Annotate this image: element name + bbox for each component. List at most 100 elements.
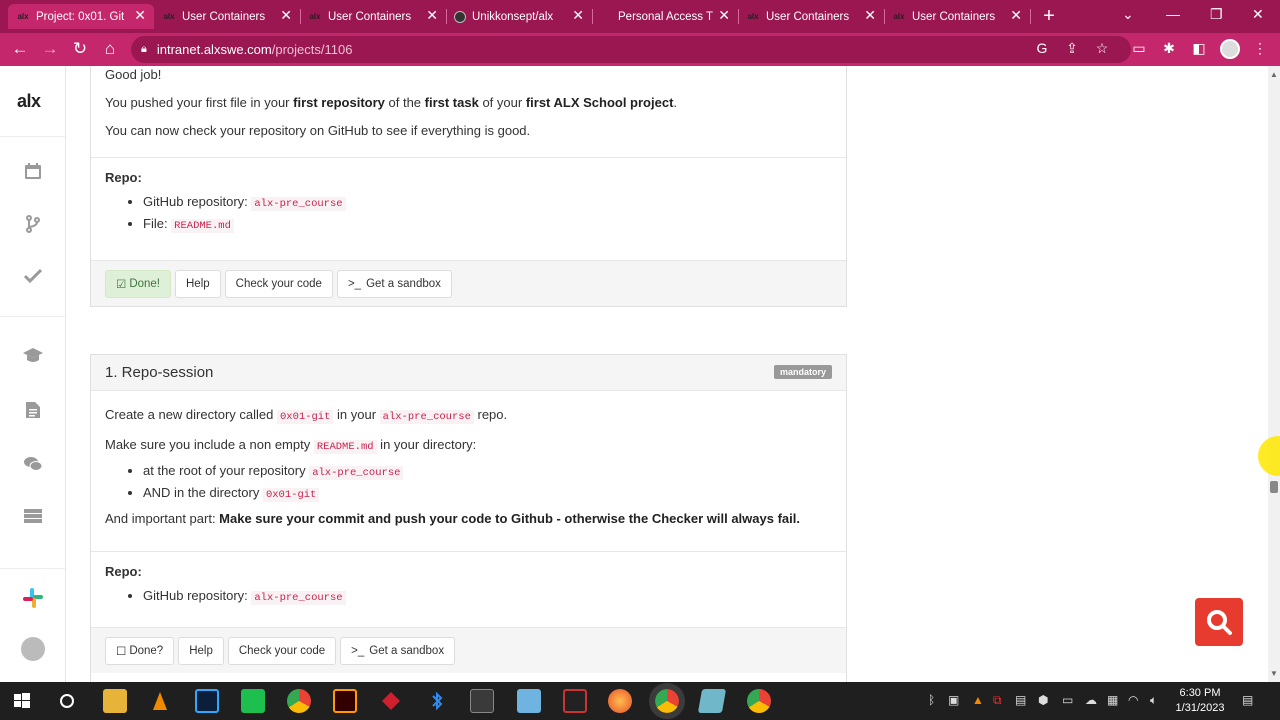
tray-icon[interactable]: ▤ xyxy=(1015,693,1026,707)
task-message: Good job! xyxy=(105,67,162,82)
reload-icon[interactable]: ↻ xyxy=(70,39,90,59)
forward-icon[interactable]: → xyxy=(40,39,60,59)
home-icon[interactable]: ⌂ xyxy=(100,39,120,59)
volume-icon[interactable]: 🔈︎ xyxy=(1150,693,1157,708)
slack-icon[interactable] xyxy=(22,587,44,609)
vlc-tray-icon[interactable]: ▲ xyxy=(972,693,984,707)
app-icon[interactable] xyxy=(697,689,727,713)
check-code-button[interactable]: Check your code xyxy=(227,637,337,665)
done-button[interactable]: ☐ Done? xyxy=(105,637,175,665)
browser-tab[interactable]: alx User Containers ✕ xyxy=(738,4,885,29)
vlc-icon[interactable] xyxy=(148,689,172,713)
browser-tab[interactable]: alx Project: 0x01. Git ✕ xyxy=(8,4,154,29)
chrome-icon[interactable] xyxy=(287,689,311,713)
calendar-icon[interactable] xyxy=(22,162,44,182)
list-item: at the root of your repository alx-pre_c… xyxy=(143,461,832,483)
close-icon[interactable]: ✕ xyxy=(134,7,146,24)
puzzle-icon[interactable]: ✱ xyxy=(1160,40,1178,57)
terminal-icon: >_ xyxy=(347,278,362,290)
illustrator-icon[interactable] xyxy=(333,689,357,713)
cortana-icon[interactable] xyxy=(55,689,79,713)
calculator-icon[interactable] xyxy=(470,689,494,713)
chat-icon[interactable] xyxy=(22,456,44,476)
network-icon[interactable]: ▦ xyxy=(1107,693,1118,707)
requirement-list: at the root of your repository alx-pre_c… xyxy=(143,461,832,505)
task-panel: 1. Repo-session mandatory Create a new d… xyxy=(90,354,847,682)
close-icon[interactable]: ✕ xyxy=(572,7,584,24)
close-icon[interactable]: ✕ xyxy=(1010,7,1022,24)
alx-logo[interactable]: alx xyxy=(17,91,41,112)
done-button[interactable]: ☑ Done! xyxy=(105,270,171,298)
close-icon[interactable]: ✕ xyxy=(864,7,876,24)
sandbox-button[interactable]: >_ Get a sandbox xyxy=(340,637,456,665)
app-icon[interactable] xyxy=(517,689,541,713)
menu-icon[interactable]: ⋮ xyxy=(1251,40,1269,57)
browser-tab[interactable]: Unikkonsept/alx ✕ xyxy=(446,4,593,29)
wifi-icon[interactable]: ◠ xyxy=(1128,693,1138,707)
server-icon[interactable] xyxy=(22,508,44,528)
address-bar[interactable]: 🔒︎ intranet.alxswe.com/projects/1106 xyxy=(131,36,1131,63)
browser-tab[interactable]: Personal Access T ✕ xyxy=(592,4,739,29)
browser-tab[interactable]: alx User Containers ✕ xyxy=(300,4,447,29)
firefox-icon[interactable] xyxy=(608,689,632,713)
pdf-tray-icon[interactable]: ⧉ xyxy=(993,693,1002,708)
app-icon[interactable] xyxy=(241,689,265,713)
browser-tab[interactable]: alx User Containers ✕ xyxy=(884,4,1031,29)
repo-list: GitHub repository: alx-pre_course xyxy=(143,586,832,608)
bold-text: first task xyxy=(424,95,479,110)
recorder-icon[interactable] xyxy=(563,689,587,713)
check-code-button[interactable]: Check your code xyxy=(224,270,333,298)
page-scrollbar[interactable]: ▲ ▼ xyxy=(1268,66,1280,682)
file-explorer-icon[interactable] xyxy=(103,689,127,713)
alx-favicon-icon: alx xyxy=(309,11,321,21)
tray-icon[interactable]: ⬢ xyxy=(1038,693,1048,707)
check-icon[interactable] xyxy=(22,268,44,288)
bluetooth-tray-icon[interactable]: ᛒ xyxy=(928,693,935,707)
notification-icon[interactable]: ▤ xyxy=(1242,693,1253,707)
tab-search-icon[interactable]: ⌄ xyxy=(1122,6,1134,23)
minimize-icon[interactable]: — xyxy=(1166,6,1180,22)
github-favicon-icon xyxy=(600,11,612,23)
system-clock[interactable]: 6:30 PM 1/31/2023 xyxy=(1172,686,1228,716)
help-button[interactable]: Help xyxy=(178,637,224,665)
graduation-cap-icon[interactable] xyxy=(22,347,44,367)
bluetooth-icon[interactable] xyxy=(425,689,449,713)
profile-avatar[interactable] xyxy=(1220,39,1240,59)
chrome-icon[interactable] xyxy=(747,689,771,713)
tray-icon[interactable]: ☁ xyxy=(1085,693,1097,707)
scroll-thumb[interactable] xyxy=(1270,481,1278,493)
photoshop-icon[interactable] xyxy=(195,689,219,713)
task-title: 1. Repo-session xyxy=(105,364,214,381)
app-icon[interactable] xyxy=(379,689,403,713)
help-button[interactable]: Help xyxy=(175,270,221,298)
close-icon[interactable]: ✕ xyxy=(280,7,292,24)
bookmark-star-icon[interactable]: ☆ xyxy=(1093,40,1111,57)
sandbox-button[interactable]: >_ Get a sandbox xyxy=(336,270,452,298)
side-panel-icon[interactable]: ◧ xyxy=(1190,40,1208,57)
tray-icon[interactable]: ▣ xyxy=(948,693,959,707)
clock-date: 1/31/2023 xyxy=(1175,702,1225,714)
task-message: And important part: Make sure your commi… xyxy=(105,505,832,533)
scroll-up-icon[interactable]: ▲ xyxy=(1268,70,1280,79)
scroll-down-icon[interactable]: ▼ xyxy=(1268,669,1280,678)
maximize-icon[interactable]: ❐ xyxy=(1210,6,1223,23)
browser-tab[interactable]: alx User Containers ✕ xyxy=(154,4,301,29)
windows-start-icon[interactable] xyxy=(10,689,34,713)
tray-icon[interactable]: ▭ xyxy=(1062,693,1073,707)
chrome-icon[interactable] xyxy=(649,683,685,719)
close-icon[interactable]: ✕ xyxy=(426,7,438,24)
user-avatar[interactable] xyxy=(21,637,45,661)
close-icon[interactable]: ✕ xyxy=(718,7,730,24)
share-icon[interactable]: ⇪ xyxy=(1063,40,1081,57)
status-badge: mandatory xyxy=(773,365,832,379)
branch-icon[interactable] xyxy=(22,215,44,235)
new-tab-button[interactable]: + xyxy=(1039,5,1059,28)
window-close-icon[interactable]: ✕ xyxy=(1252,6,1264,23)
lock-icon: 🔒︎ xyxy=(141,43,147,55)
document-icon[interactable] xyxy=(22,401,44,421)
extension-icon[interactable]: ▭ xyxy=(1130,40,1148,57)
google-icon[interactable]: G xyxy=(1033,40,1051,56)
back-icon[interactable]: ← xyxy=(10,39,30,59)
search-button[interactable] xyxy=(1195,598,1243,646)
text: in your xyxy=(333,407,380,422)
